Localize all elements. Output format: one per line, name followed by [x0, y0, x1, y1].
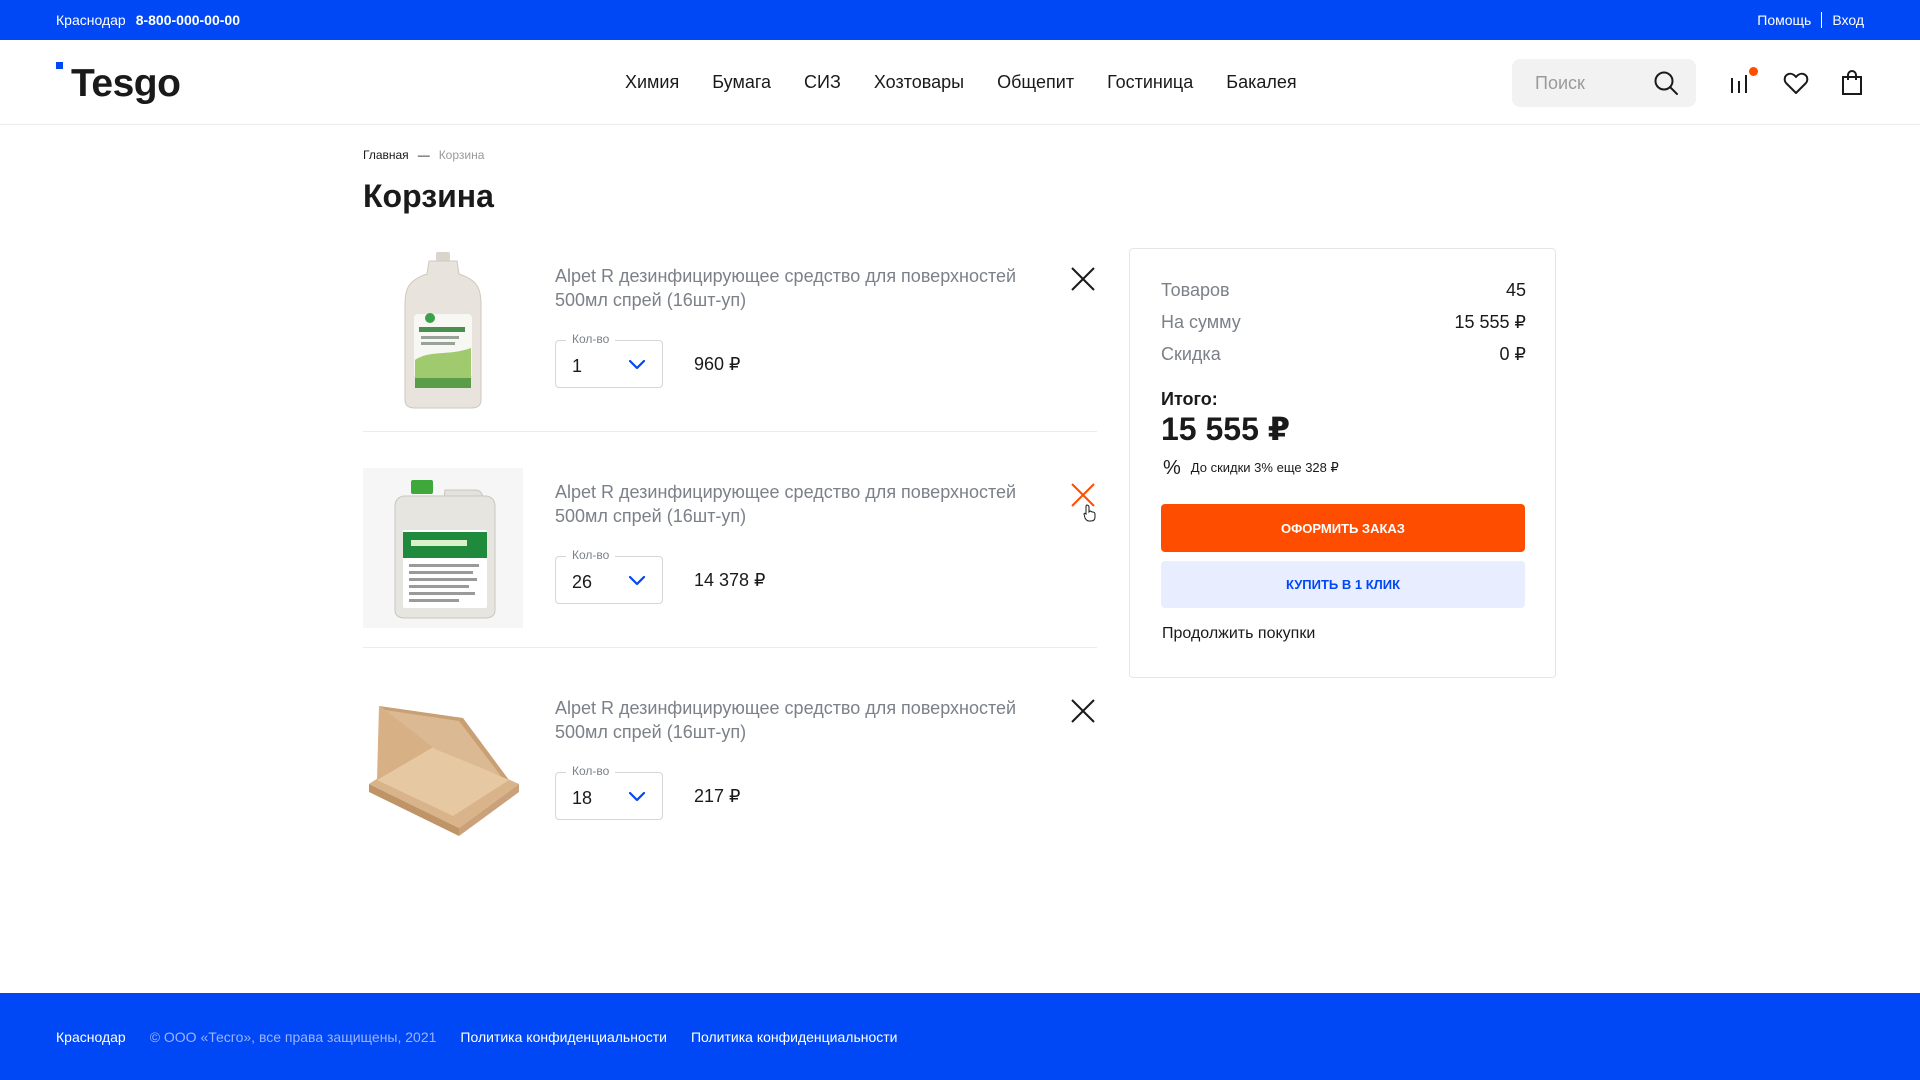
checkout-button[interactable]: ОФОРМИТЬ ЗАКАЗ — [1161, 504, 1525, 552]
quantity-value: 26 — [572, 572, 593, 592]
canister-icon[interactable] — [363, 468, 523, 628]
total-value: 15 555 ₽ — [1161, 411, 1291, 447]
cart-item-price: 217 ₽ — [694, 786, 741, 806]
discount-hint: % До скидки 3% еще 328 ₽ — [1163, 457, 1339, 479]
breadcrumb: Главная — Корзина — [363, 148, 484, 162]
nav-item-chemistry[interactable]: Химия — [625, 72, 679, 93]
compare-badge — [1749, 67, 1758, 76]
site-header: Tesgo Химия Бумага СИЗ Хозтовары Общепит… — [0, 40, 1920, 125]
cart-item: Alpet R дезинфицирующее средство для пов… — [363, 684, 1097, 884]
hand-cursor-icon — [1083, 504, 1096, 522]
nav-item-hotel[interactable]: Гостиница — [1107, 72, 1193, 93]
nav-item-household[interactable]: Хозтовары — [874, 72, 964, 93]
summary-sum-label: На сумму — [1161, 312, 1241, 332]
cart-item: Alpet R дезинфицирующее средство для пов… — [363, 468, 1097, 668]
nav-item-catering[interactable]: Общепит — [997, 72, 1074, 93]
bottle-icon[interactable] — [363, 252, 523, 412]
topbar-city[interactable]: Краснодар — [56, 12, 126, 28]
footer-city[interactable]: Краснодар — [56, 1029, 126, 1045]
quantity-label: Кол-во — [566, 332, 616, 346]
nav-item-grocery[interactable]: Бакалея — [1226, 72, 1296, 93]
summary-goods-row: Товаров 45 — [1161, 280, 1526, 304]
topbar-separator — [1821, 12, 1823, 28]
summary-discount-row: Скидка 0 ₽ — [1161, 344, 1526, 368]
breadcrumb-home[interactable]: Главная — [363, 148, 409, 162]
login-link[interactable]: Вход — [1832, 12, 1864, 28]
page-title: Корзина — [363, 178, 494, 214]
help-link[interactable]: Помощь — [1757, 12, 1811, 28]
nav-item-paper[interactable]: Бумага — [712, 72, 771, 93]
item-divider — [363, 647, 1097, 648]
logo-text: Tesgo — [71, 62, 181, 105]
summary-sum-value: 15 555 ₽ — [1454, 312, 1526, 332]
continue-shopping-link[interactable]: Продолжить покупки — [1162, 625, 1315, 643]
main-nav: Химия Бумага СИЗ Хозтовары Общепит Гости… — [625, 40, 1330, 125]
cart-item: Alpet R дезинфицирующее средство для пов… — [363, 252, 1097, 452]
footer-privacy-link[interactable]: Политика конфиденциальности — [460, 1029, 667, 1045]
cart-item-title[interactable]: Alpet R дезинфицирующее средство для пов… — [555, 480, 1035, 528]
breadcrumb-separator: — — [417, 148, 430, 162]
breadcrumb-current: Корзина — [438, 148, 485, 162]
summary-goods-label: Товаров — [1161, 280, 1230, 300]
quantity-label: Кол-во — [566, 764, 616, 778]
quantity-value: 1 — [572, 356, 583, 376]
quantity-value: 18 — [572, 788, 593, 808]
nav-item-ppe[interactable]: СИЗ — [804, 72, 841, 93]
percent-icon: % — [1163, 456, 1181, 479]
quantity-select[interactable]: Кол-во 26 — [555, 548, 663, 604]
summary-discount-value: 0 ₽ — [1499, 344, 1526, 364]
logo-dot — [56, 62, 63, 69]
pizza-box-icon[interactable] — [363, 684, 523, 844]
total-label: Итого: — [1161, 389, 1218, 409]
summary-discount-label: Скидка — [1161, 344, 1221, 364]
one-click-buy-button[interactable]: КУПИТЬ В 1 КЛИК — [1161, 561, 1525, 608]
quantity-label: Кол-во — [566, 548, 616, 562]
cart-icon[interactable] — [1838, 69, 1866, 97]
item-divider — [363, 431, 1097, 432]
chevron-down-icon — [628, 791, 646, 802]
summary-sum-row: На сумму 15 555 ₽ — [1161, 312, 1526, 336]
site-footer: Краснодар © ООО «Тесго», все права защищ… — [0, 993, 1920, 1080]
footer-privacy-link[interactable]: Политика конфиденциальности — [691, 1029, 898, 1045]
search-box — [1512, 59, 1696, 107]
search-icon[interactable] — [1653, 70, 1679, 96]
cart-item-price: 960 ₽ — [694, 354, 741, 374]
chevron-down-icon — [628, 359, 646, 370]
chevron-down-icon — [628, 575, 646, 586]
search-input[interactable] — [1512, 59, 1652, 107]
logo[interactable]: Tesgo — [56, 52, 196, 105]
order-summary: Товаров 45 На сумму 15 555 ₽ Скидка 0 ₽ … — [1129, 248, 1556, 678]
close-icon[interactable] — [1070, 266, 1096, 292]
cart-item-title[interactable]: Alpet R дезинфицирующее средство для пов… — [555, 696, 1035, 744]
quantity-select[interactable]: Кол-во 1 — [555, 332, 663, 388]
cart-item-title[interactable]: Alpet R дезинфицирующее средство для пов… — [555, 264, 1035, 312]
topbar: Краснодар 8-800-000-00-00 Помощь Вход — [0, 0, 1920, 40]
close-icon[interactable] — [1070, 698, 1096, 724]
heart-icon[interactable] — [1782, 69, 1810, 97]
quantity-select[interactable]: Кол-во 18 — [555, 764, 663, 820]
footer-copyright: © ООО «Тесго», все права защищены, 2021 — [149, 1028, 437, 1045]
topbar-phone[interactable]: 8-800-000-00-00 — [136, 12, 240, 28]
discount-hint-text: До скидки 3% еще 328 ₽ — [1190, 460, 1339, 475]
summary-goods-value: 45 — [1505, 280, 1526, 300]
cart-item-price: 14 378 ₽ — [694, 570, 766, 590]
